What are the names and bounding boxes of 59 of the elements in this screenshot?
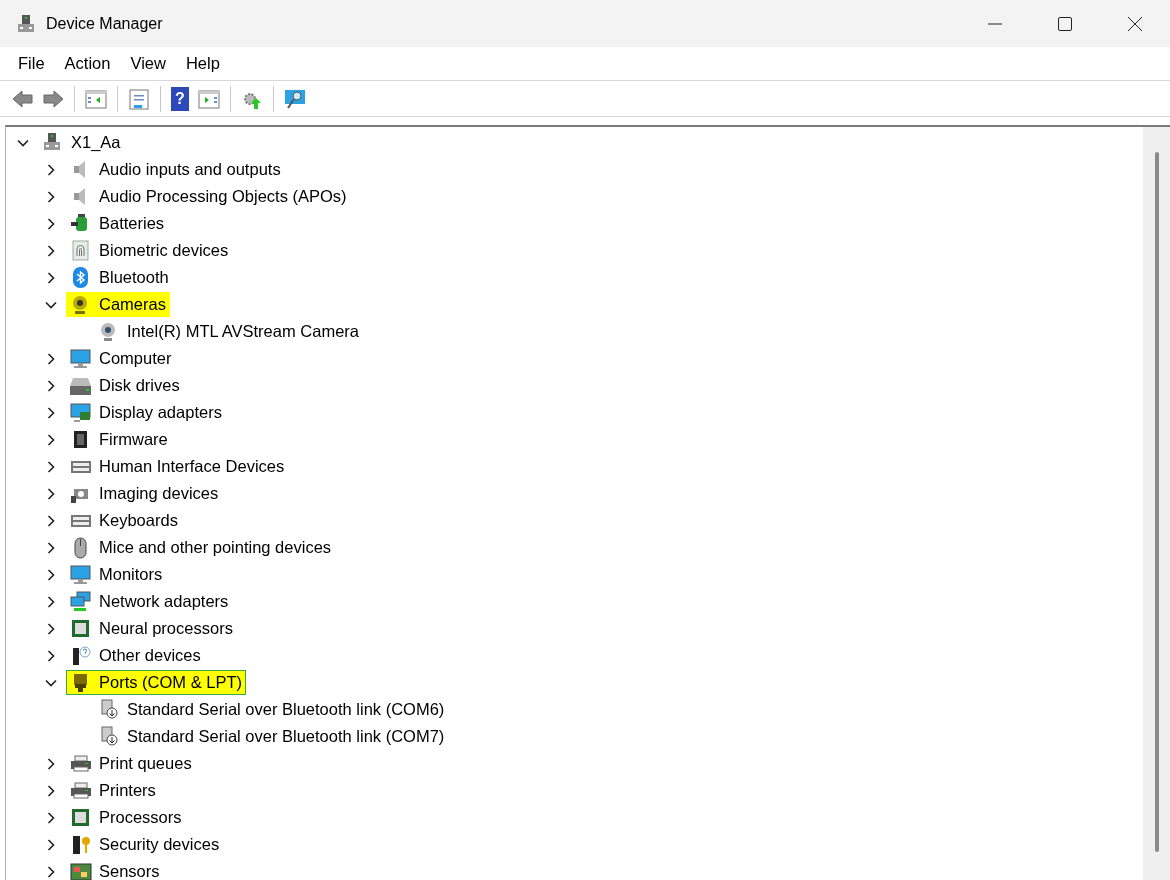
menu-item[interactable]: Help: [175, 49, 230, 78]
tree-item[interactable]: Standard Serial over Bluetooth link (COM7): [94, 724, 449, 749]
help-button[interactable]: ?: [171, 86, 189, 111]
tree-item[interactable]: Disk drives: [66, 373, 184, 398]
tree-item[interactable]: Monitors: [66, 562, 167, 587]
unknown-device-icon: [70, 644, 92, 667]
tree-item[interactable]: Audio Processing Objects (APOs): [66, 184, 351, 209]
back-arrow-icon: [11, 87, 33, 110]
minimize-icon: [988, 22, 1002, 25]
tree-item[interactable]: Keyboards: [66, 508, 182, 533]
chip-icon: [70, 617, 92, 640]
tree-item[interactable]: Ports (COM & LPT): [66, 670, 246, 695]
monitor-search-icon: [284, 87, 306, 110]
tree-item[interactable]: Bluetooth: [66, 265, 173, 290]
window-pane-icon: [198, 87, 220, 110]
printer-icon: [70, 779, 92, 802]
tree-item[interactable]: Other devices: [66, 643, 205, 668]
tree-item[interactable]: Mice and other pointing devices: [66, 535, 336, 560]
tree-item[interactable]: Printers: [66, 778, 160, 803]
tree-item[interactable]: Firmware: [66, 427, 172, 452]
window-title: Device Manager: [46, 13, 163, 34]
tree-item[interactable]: Processors: [66, 805, 186, 830]
tree-item[interactable]: Intel(R) MTL AVStream Camera: [94, 319, 363, 344]
tree-item[interactable]: Human Interface Devices: [66, 454, 289, 479]
monitor-icon: [70, 347, 92, 370]
tree-item[interactable]: Batteries: [66, 211, 169, 236]
server-icon: [16, 13, 36, 34]
connector-icon: [98, 698, 120, 721]
tree-item[interactable]: Print queues: [66, 751, 196, 776]
menu-item[interactable]: Action: [54, 49, 121, 78]
tree-item[interactable]: Audio inputs and outputs: [66, 157, 285, 182]
chip-icon: [70, 806, 92, 829]
tree-item[interactable]: Imaging devices: [66, 481, 223, 506]
tree-item[interactable]: Biometric devices: [66, 238, 233, 263]
tree-item[interactable]: Sensors: [66, 859, 164, 880]
document-list-icon: [128, 87, 150, 110]
monitor-icon: [70, 563, 92, 586]
fingerprint-icon: [70, 239, 92, 262]
tree-item[interactable]: Cameras: [66, 292, 170, 317]
monitor-icon: [70, 401, 92, 424]
tree-item[interactable]: Security devices: [66, 832, 224, 857]
tree-item[interactable]: X1_Aa: [38, 130, 125, 155]
tree-item[interactable]: Display adapters: [66, 400, 226, 425]
printer-icon: [70, 752, 92, 775]
forward-arrow-icon: [42, 87, 64, 110]
window-pane-icon: [85, 87, 107, 110]
maximize-icon: [1057, 15, 1073, 32]
menu-item[interactable]: View: [120, 49, 176, 78]
scrollbar[interactable]: [1143, 127, 1170, 880]
tree-item[interactable]: Neural processors: [66, 616, 237, 641]
sensor-icon: [70, 860, 92, 880]
tree-item[interactable]: Network adapters: [66, 589, 233, 614]
close-icon: [1127, 15, 1143, 32]
tree-item[interactable]: Computer: [66, 346, 176, 371]
menu-item[interactable]: File: [8, 49, 55, 78]
network-icon: [70, 590, 92, 613]
key-icon: [70, 833, 92, 856]
connector-icon: [98, 725, 120, 748]
tree-item[interactable]: Standard Serial over Bluetooth link (COM6): [94, 697, 449, 722]
